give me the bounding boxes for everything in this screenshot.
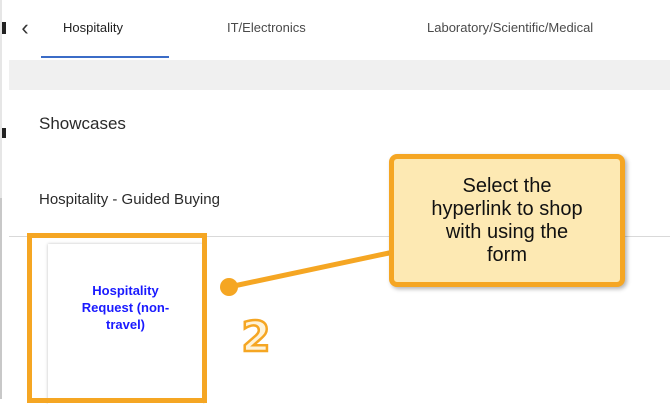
instruction-callout: Select the hyperlink to shop with using … [389, 154, 625, 287]
edge-marker [2, 128, 6, 138]
tab-it-electronics[interactable]: IT/Electronics [227, 20, 306, 35]
step-number-badge: 2 [240, 311, 272, 363]
section-title: Showcases [39, 114, 126, 133]
header-spacer [9, 60, 670, 90]
edge-border [0, 198, 2, 399]
tab-laboratory-scientific-medical[interactable]: Laboratory/Scientific/Medical [427, 20, 593, 35]
callout-line: with using the [445, 220, 569, 243]
link-line: Hospitality [92, 283, 159, 298]
edge-marker [2, 22, 6, 34]
hospitality-request-link[interactable]: Hospitality Request (non- travel) [48, 282, 203, 333]
callout-line: Select the [462, 174, 552, 197]
tab-hospitality[interactable]: Hospitality [63, 20, 123, 35]
callout-text: Select the hyperlink to shop with using … [423, 175, 590, 267]
showcase-group-title: Hospitality - Guided Buying [39, 191, 220, 208]
active-tab-indicator [41, 56, 169, 58]
callout-line: hyperlink to shop [431, 197, 583, 220]
link-line: Request (non- [81, 300, 170, 315]
showcase-card[interactable]: Hospitality Request (non- travel) [48, 244, 203, 404]
callout-line: form [486, 243, 527, 266]
chevron-left-icon[interactable]: ‹ [15, 16, 35, 40]
link-line: travel) [105, 317, 146, 332]
category-tab-bar: ‹ Hospitality IT/Electronics Laboratory/… [9, 0, 670, 60]
left-edge-strip [0, 0, 9, 399]
